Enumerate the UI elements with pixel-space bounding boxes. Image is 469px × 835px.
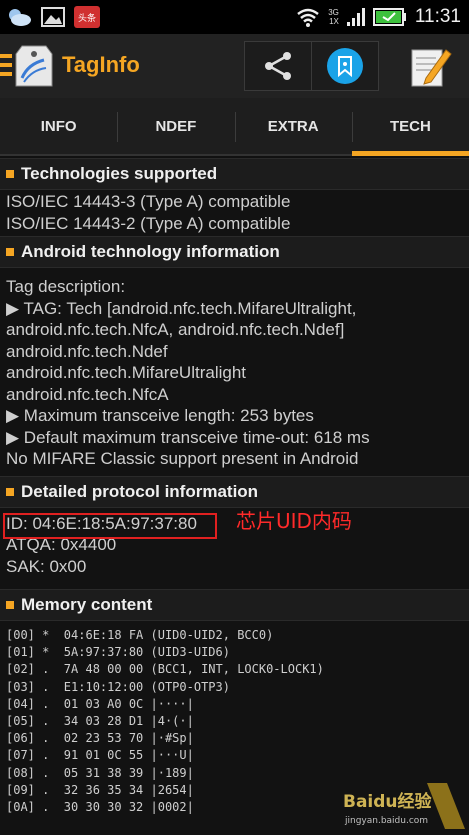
tech-line: ISO/IEC 14443-3 (Type A) compatible [6, 192, 291, 211]
action-button-group [244, 41, 379, 91]
sak-line: SAK: 0x00 [6, 556, 87, 576]
memory-row: [05] . 34 03 28 D1 |4·(·| [6, 714, 194, 729]
network-bottom: 1X [329, 17, 339, 26]
app-title: TagInfo [62, 52, 140, 77]
section-android-header: Android technology information [0, 236, 469, 268]
bookmark-button[interactable] [312, 42, 378, 90]
tag-description-label: Tag description: [6, 277, 126, 296]
android-line: android.nfc.tech.Ndef [6, 341, 168, 361]
uid-highlight-box [3, 512, 217, 539]
section-title: Detailed protocol information [21, 481, 259, 501]
wifi-icon [297, 8, 319, 27]
tab-tech[interactable]: TECH [351, 98, 469, 156]
section-title: Android technology information [21, 242, 280, 261]
news-icon: 头条 [74, 6, 100, 28]
tab-info[interactable]: INFO [0, 98, 117, 154]
uid-annotation: 芯片UID内码 [236, 508, 352, 533]
uid-row: ID: 04:6E:18:5A:97:37:80 芯片UID内码 [0, 508, 469, 539]
memory-row: [07] . 91 01 0C 55 |···U| [6, 748, 194, 763]
memory-row: [02] . 7A 48 00 00 (BCC1, INT, LOCK0-LOC… [6, 662, 324, 677]
section-title: Memory content [21, 595, 153, 614]
memory-row: [01] * 5A:97:37:80 (UID3-UID6) [6, 645, 230, 660]
gallery-icon [41, 7, 65, 27]
tab-bar: INFO NDEF EXTRA TECH [0, 98, 469, 156]
baidu-watermark: Baidu经验 jingyan.baidu.com [343, 783, 465, 829]
section-title: Technologies supported [21, 164, 218, 183]
edit-icon[interactable] [406, 42, 454, 90]
bookmark-icon [326, 48, 363, 84]
section-bullet [6, 248, 14, 256]
watermark-brand: Baidu经验 [343, 791, 433, 812]
section-protocol-header: Detailed protocol information [0, 475, 469, 508]
weather-icon [9, 9, 31, 26]
android-line: ▶ Maximum transceive length: 253 bytes [6, 406, 314, 425]
clock: 11:31 [414, 6, 461, 27]
android-line: android.nfc.tech.MifareUltralight [6, 363, 247, 382]
section-technologies-header: Technologies supported [0, 158, 469, 190]
tech-content[interactable]: Technologies supported ISO/IEC 14443-3 (… [0, 158, 469, 835]
memory-row: [03] . E1:10:12:00 (OTP0-OTP3) [6, 679, 230, 694]
menu-icon[interactable] [0, 54, 12, 76]
memory-row: [04] . 01 03 A0 0C |····| [6, 696, 194, 711]
watermark-url: jingyan.baidu.com [344, 816, 428, 826]
battery-icon [372, 8, 406, 26]
section-bullet [6, 601, 14, 609]
section-bullet [6, 487, 14, 496]
memory-row: [06] . 02 23 53 70 |·#Sp| [6, 731, 194, 746]
tech-line: ISO/IEC 14443-2 (Type A) compatible [6, 213, 291, 233]
android-line: ▶ TAG: Tech [android.nfc.tech.MifareUltr… [6, 298, 357, 318]
news-icon-label: 头条 [77, 13, 96, 24]
network-top: 3G [328, 8, 339, 17]
section-memory-header: Memory content [0, 589, 469, 621]
section-bullet [6, 170, 14, 178]
memory-row: [00] * 04:6E:18 FA (UID0-UID2, BCC0) [6, 628, 274, 642]
android-line: android.nfc.tech.NfcA, android.nfc.tech.… [6, 320, 345, 339]
network-indicator: 3G 1X [328, 8, 339, 26]
share-icon [265, 52, 291, 80]
android-line: ▶ Default maximum transceive time-out: 6… [6, 427, 370, 447]
app-logo-icon[interactable] [14, 42, 54, 90]
protocol-info: ID: 04:6E:18:5A:97:37:80 芯片UID内码 ATQA: 0… [0, 508, 469, 586]
technologies-list: ISO/IEC 14443-3 (Type A) compatible ISO/… [0, 190, 469, 236]
android-info: Tag description: ▶ TAG: Tech [android.nf… [0, 268, 469, 476]
tab-ndef[interactable]: NDEF [117, 98, 234, 154]
action-bar: TagInfo [0, 34, 469, 98]
android-line: No MIFARE Classic support present in And… [6, 449, 359, 468]
tab-extra[interactable]: EXTRA [234, 98, 352, 154]
android-line: android.nfc.tech.NfcA [6, 384, 169, 404]
signal-icon [346, 8, 365, 26]
status-bar: 头条 3G 1X 11:31 [0, 0, 469, 34]
share-button[interactable] [245, 42, 311, 90]
